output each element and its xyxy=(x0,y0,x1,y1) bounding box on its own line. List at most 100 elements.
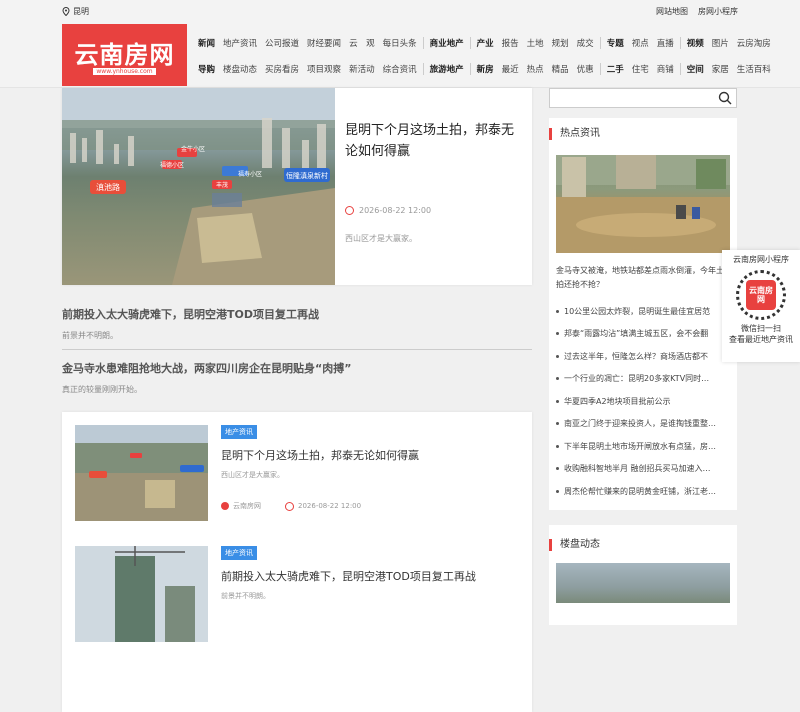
hero-label-5: 恒隆滇泉新村 xyxy=(286,171,328,180)
miniprogram-link[interactable]: 房网小程序 xyxy=(698,6,738,17)
hot-news-item[interactable]: 一个行业的凋亡：昆明20多家KTV同时… xyxy=(556,368,730,391)
qr-line-1: 微信扫一扫 xyxy=(741,324,781,333)
hot-news-item[interactable]: 10公里公园太炸裂，昆明诞生最佳宜居范 xyxy=(556,300,730,323)
sitemap-link[interactable]: 网站地图 xyxy=(656,6,688,17)
hot-news-item[interactable]: 邦泰“雨露均沾”填满主城五区，会不会翻 xyxy=(556,323,730,346)
card-tag[interactable]: 地产资讯 xyxy=(221,425,257,439)
nav-item[interactable]: 商业地产 xyxy=(430,37,464,49)
nav-item[interactable]: 买房看房 xyxy=(265,63,299,75)
property-news-image[interactable] xyxy=(556,563,730,603)
nav-item[interactable]: 项目观察 xyxy=(307,63,341,75)
nav-item[interactable]: 云房淘房 xyxy=(737,37,771,49)
nav-item[interactable]: 热点 xyxy=(527,63,544,75)
nav-item[interactable]: 楼盘动态 xyxy=(223,63,257,75)
clock-icon xyxy=(345,206,354,215)
nav-item[interactable]: 成交 xyxy=(577,37,594,49)
card-image[interactable] xyxy=(75,546,208,642)
nav-item[interactable]: 地产资讯 xyxy=(223,37,257,49)
nav-item[interactable]: 视频 xyxy=(687,37,704,49)
nav-item[interactable]: 规划 xyxy=(552,37,569,49)
nav-item[interactable]: 财经要闻 xyxy=(307,37,341,49)
search-box xyxy=(549,88,737,111)
qr-code-icon: 云南房网 xyxy=(736,270,786,320)
text-article-title[interactable]: 前期投入太大骑虎难下，昆明空港TOD项目复工再战 xyxy=(62,306,532,322)
nav-item[interactable]: 住宅 xyxy=(632,63,649,75)
nav-item[interactable]: 家居 xyxy=(712,63,729,75)
nav-row-2: 导购 楼盘动态 买房看房 项目观察 新活动 综合资讯 旅游地产 新房 最近 热点 精品 优惠 二手 住宅商… xyxy=(198,56,771,82)
nav-item[interactable]: 二手 xyxy=(607,63,624,75)
hero-label-4: 滇池路 xyxy=(96,182,120,192)
hot-news-item[interactable]: 下半年昆明土地市场开闸放水有点猛，房… xyxy=(556,435,730,458)
hero-desc: 西山区才是大赢家。 xyxy=(345,234,417,243)
divider xyxy=(62,349,532,350)
hot-news-item[interactable]: 南亚之门终于迎来投资人，是谁掏钱重整… xyxy=(556,413,730,436)
search-input[interactable] xyxy=(550,92,710,111)
nav-item[interactable]: 土地 xyxy=(527,37,544,49)
nav-item[interactable]: 云 观 xyxy=(349,37,375,49)
nav-item[interactable]: 最近 xyxy=(502,63,519,75)
nav-item[interactable]: 每日头条 xyxy=(383,37,417,49)
nav-item[interactable]: 产业 xyxy=(477,37,494,49)
hot-news-panel: 热点资讯 金马寺又被淹，地铁站都差点雨水倒灌，今年土拍还抢不抢？ 10公里公园太… xyxy=(549,118,737,510)
card-tag[interactable]: 地产资讯 xyxy=(221,546,257,560)
nav-item[interactable]: 空间 xyxy=(687,63,704,75)
card-author: 云南房网 xyxy=(233,502,261,510)
qr-title: 云南房网小程序 xyxy=(733,255,789,264)
hot-news-item[interactable]: 收购融科智地半月 融创招兵买马加速入… xyxy=(556,458,730,481)
nav-group: 空间 家居 生活百科 xyxy=(687,63,777,75)
nav-item[interactable]: 新房 xyxy=(477,63,494,75)
nav-item[interactable]: 新活动 xyxy=(349,63,375,75)
card-meta: 云南房网 2026-08-22 12:00 xyxy=(221,501,361,511)
text-article-2[interactable]: 金马寺水患难阻抢地大战，两家四川房企在昆明贴身“肉搏” 真正的较量刚刚开始。 xyxy=(62,360,532,395)
hot-news-caption[interactable]: 金马寺又被淹，地铁站都差点雨水倒灌，今年土拍还抢不抢？ xyxy=(556,264,730,292)
text-article-1[interactable]: 前期投入太大骑虎难下，昆明空港TOD项目复工再战 前景并不明朗。 xyxy=(62,306,532,341)
nav-item[interactable]: 商铺 xyxy=(657,63,674,75)
card-desc: 西山区才是大赢家。 xyxy=(221,471,284,479)
hot-news-image[interactable] xyxy=(556,155,730,253)
nav-item[interactable]: 专题 xyxy=(607,37,624,49)
hero-title[interactable]: 昆明下个月这场土拍，邦泰无论如何得赢 xyxy=(345,120,522,162)
nav-item[interactable]: 报告 xyxy=(502,37,519,49)
nav-group: 新闻 地产资讯 公司报道 财经要闻云 观每日头条 xyxy=(198,37,424,49)
hero-label-3: 福德小区 xyxy=(160,161,184,169)
hot-news-item[interactable]: 华夏四季A2地块项目批前公示 xyxy=(556,390,730,413)
nav-item[interactable]: 综合资讯 xyxy=(383,63,417,75)
nav-item[interactable]: 直播 xyxy=(657,37,674,49)
hero-label-2: 福寿小区 xyxy=(238,170,262,178)
nav-group: 导购 楼盘动态 买房看房 项目观察 新活动 综合资讯 xyxy=(198,63,424,75)
list-item[interactable]: 地产资讯 昆明下个月这场土拍，邦泰无论如何得赢 西山区才是大赢家。 云南房网 2… xyxy=(75,425,520,521)
miniprogram-qr-float[interactable]: 云南房网小程序 云南房网 微信扫一扫 查看最近地产资讯 xyxy=(722,250,800,362)
card-date: 2026-08-22 12:00 xyxy=(298,502,362,510)
nav-item[interactable]: 公司报道 xyxy=(265,37,299,49)
nav-item[interactable]: 新闻 xyxy=(198,37,215,49)
text-article-desc: 真正的较量刚刚开始。 xyxy=(62,385,142,394)
card-image[interactable] xyxy=(75,425,208,521)
hero-image[interactable]: 金牛小区 福寿小区 福德小区 滇池路 恒隆滇泉新村 丰茂 xyxy=(62,88,335,285)
nav-item[interactable]: 优惠 xyxy=(577,63,594,75)
nav-group: 新房 最近 热点 精品 优惠 xyxy=(477,63,601,75)
card-title[interactable]: 前期投入太大骑虎难下，昆明空港TOD项目复工再战 xyxy=(221,568,476,584)
hero-article[interactable]: 金牛小区 福寿小区 福德小区 滇池路 恒隆滇泉新村 丰茂 昆明下个月这场土拍，邦… xyxy=(62,88,532,285)
main-nav: 新闻 地产资讯 公司报道 财经要闻云 观每日头条 商业地产 产业 报告 土地 规划 成交 专题 视点直… xyxy=(198,30,771,82)
nav-group: 视频 图片 云房淘房 xyxy=(687,37,777,49)
property-news-panel: 楼盘动态 xyxy=(549,525,737,625)
site-logo[interactable]: 云南房网 www.ynhouse.com xyxy=(62,24,187,86)
nav-item[interactable]: 导购 xyxy=(198,63,215,75)
list-item[interactable]: 地产资讯 前期投入太大骑虎难下，昆明空港TOD项目复工再战 前景并不明朗。 xyxy=(75,546,520,642)
nav-item[interactable]: 旅游地产 xyxy=(430,63,464,75)
location-pin-icon xyxy=(62,6,70,16)
nav-item[interactable]: 视点 xyxy=(632,37,649,49)
hot-news-title: 热点资讯 xyxy=(549,128,600,140)
text-article-title[interactable]: 金马寺水患难阻抢地大战，两家四川房企在昆明贴身“肉搏” xyxy=(62,360,532,376)
nav-item[interactable]: 图片 xyxy=(712,37,729,49)
hero-label-1: 金牛小区 xyxy=(181,145,205,153)
card-title[interactable]: 昆明下个月这场土拍，邦泰无论如何得赢 xyxy=(221,447,419,463)
search-icon[interactable] xyxy=(718,91,732,105)
hot-news-item[interactable]: 周杰伦帮忙赚来的昆明黄金旺铺，浙江老… xyxy=(556,480,730,503)
hero-date: 2026-08-22 12:00 xyxy=(345,206,431,215)
nav-item[interactable]: 精品 xyxy=(552,63,569,75)
location[interactable]: 昆明 xyxy=(62,6,89,17)
nav-item[interactable]: 生活百科 xyxy=(737,63,771,75)
nav-group: 商业地产 xyxy=(430,37,471,49)
hot-news-item[interactable]: 过去这半年，恒隆怎么样？商场酒店都不 xyxy=(556,345,730,368)
